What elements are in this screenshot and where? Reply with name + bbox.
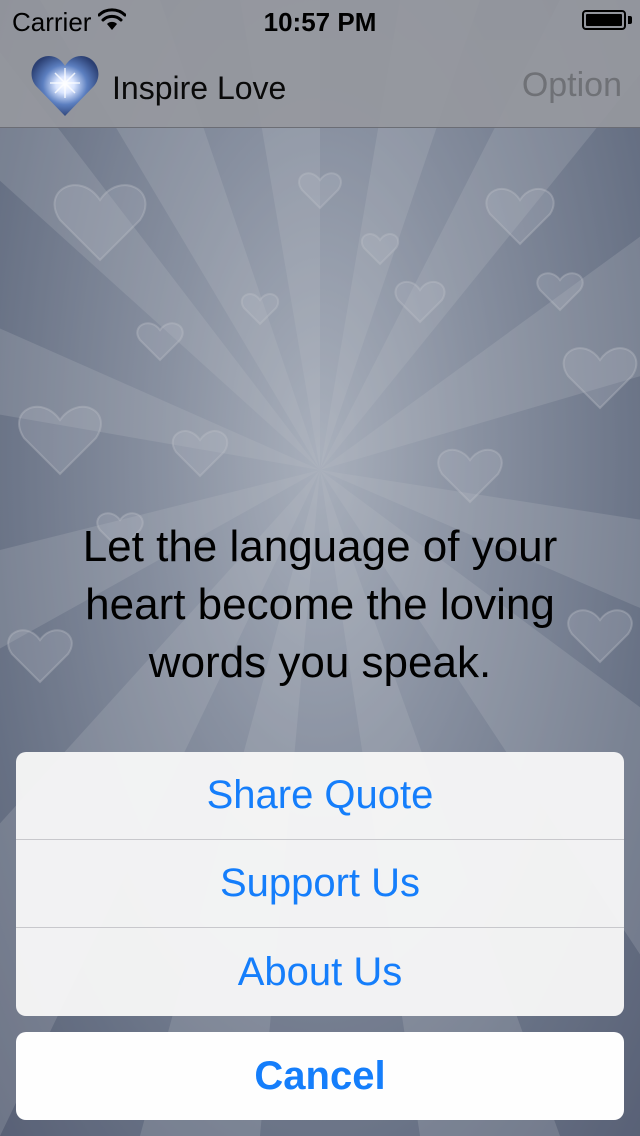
clock: 10:57 PM	[263, 7, 377, 37]
nav-bar: Inspire Love Option	[0, 40, 640, 128]
app-screen: Carrier 10:57 PM Inspire Love Option Let…	[0, 0, 640, 1136]
option-button[interactable]: Option	[522, 66, 622, 105]
status-bar: Carrier 10:57 PM	[0, 0, 640, 40]
battery-icon	[582, 10, 626, 30]
battery-tip	[628, 16, 632, 24]
action-sheet: Share Quote Support Us About Us	[16, 752, 624, 1016]
cancel-button[interactable]: Cancel	[16, 1032, 624, 1120]
about-us-button[interactable]: About Us	[16, 928, 624, 1016]
heart-logo-icon	[31, 56, 99, 116]
share-quote-button[interactable]: Share Quote	[16, 752, 624, 840]
quote-text: Let the language of your heart become th…	[82, 522, 558, 687]
support-us-button[interactable]: Support Us	[16, 840, 624, 928]
app-title: Inspire Love	[112, 70, 287, 106]
